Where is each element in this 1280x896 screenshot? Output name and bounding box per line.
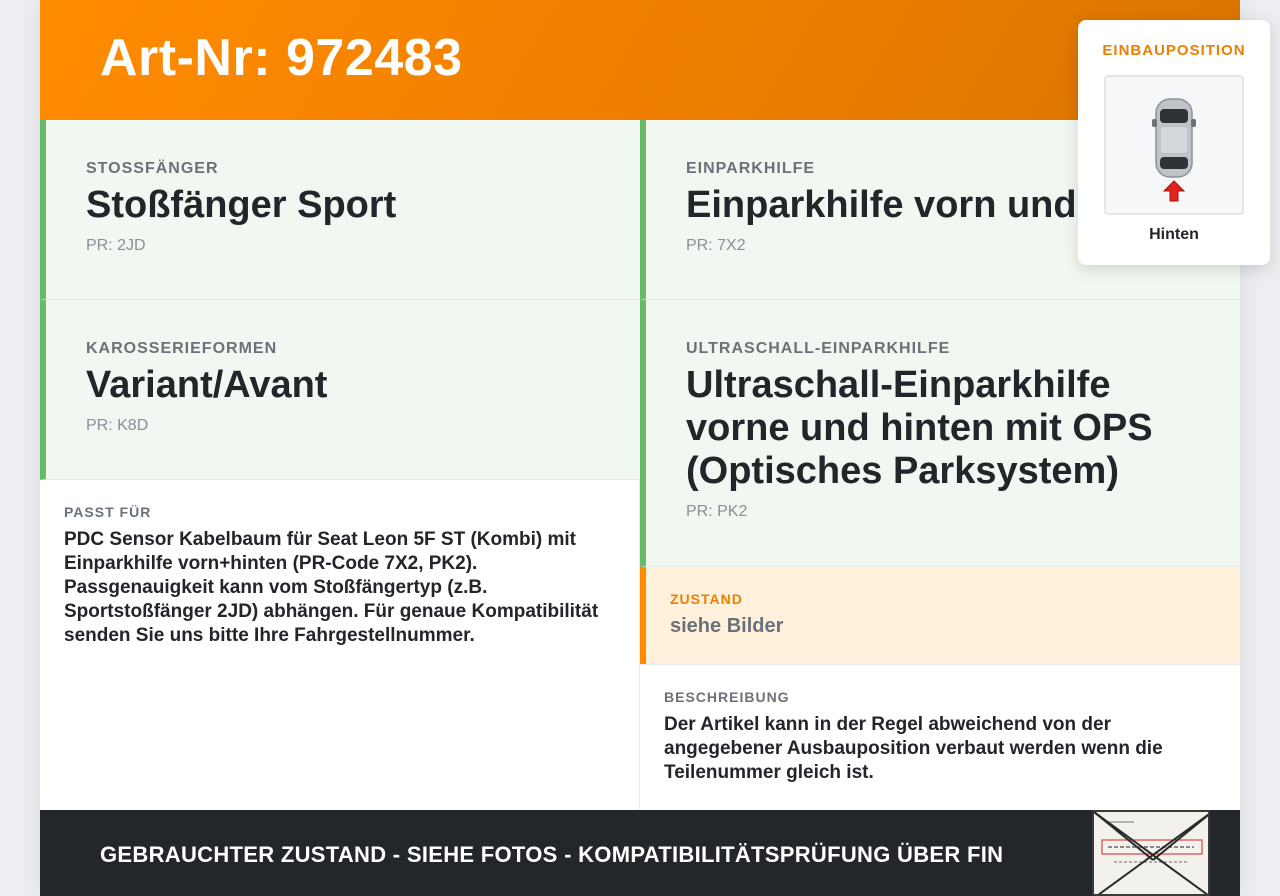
product-sheet: Art-Nr: 972483 STOSSFÄNGER Stoßfänger Sp… bbox=[40, 0, 1270, 896]
condition-label: ZUSTAND bbox=[670, 591, 743, 607]
attribute-label: KAROSSERIEFORMEN bbox=[86, 340, 278, 357]
attribute-pr-code: PR: PK2 bbox=[686, 503, 748, 520]
attribute-title: Variant/Avant bbox=[86, 364, 328, 406]
condition-value: siehe Bilder bbox=[670, 615, 784, 637]
car-top-view-icon bbox=[1152, 98, 1196, 202]
attribute-title: Stoßfänger Sport bbox=[86, 184, 397, 226]
description-section: BESCHREIBUNG Der Artikel kann in der Reg… bbox=[640, 664, 1240, 810]
footer-bar: GEBRAUCHTER ZUSTAND - SIEHE FOTOS - KOMP… bbox=[40, 810, 1240, 896]
einbauposition-caption: Hinten bbox=[1149, 226, 1199, 243]
attribute-pr-code: PR: 2JD bbox=[86, 237, 146, 254]
vehicle-document-stamp bbox=[1092, 810, 1210, 896]
description-text: Der Artikel kann in der Regel abweichend… bbox=[664, 714, 1163, 783]
footer-text: GEBRAUCHTER ZUSTAND - SIEHE FOTOS - KOMP… bbox=[100, 842, 1004, 867]
attribute-label: STOSSFÄNGER bbox=[86, 160, 219, 177]
attribute-stossfaenger: STOSSFÄNGER Stoßfänger Sport PR: 2JD bbox=[40, 120, 640, 300]
einbauposition-title: EINBAUPOSITION bbox=[1102, 42, 1246, 59]
header-bar: Art-Nr: 972483 bbox=[40, 0, 1240, 120]
car-position-image bbox=[1104, 75, 1244, 215]
fits-section: PASST FÜR PDC Sensor Kabelbaum für Seat … bbox=[40, 480, 640, 810]
fits-text: PDC Sensor Kabelbaum für Seat Leon 5F ST… bbox=[64, 529, 599, 646]
condition-section: ZUSTAND siehe Bilder bbox=[640, 567, 1240, 664]
einbauposition-card: EINBAUPOSITION Hinten bbox=[1078, 20, 1270, 265]
article-number: Art-Nr: 972483 bbox=[100, 29, 463, 87]
description-label: BESCHREIBUNG bbox=[664, 689, 790, 705]
attribute-label: ULTRASCHALL-EINPARKHILFE bbox=[686, 340, 951, 357]
document-stamp-icon bbox=[1094, 812, 1208, 894]
attribute-pr-code: PR: K8D bbox=[86, 417, 149, 434]
fits-label: PASST FÜR bbox=[64, 504, 152, 520]
attribute-title: Ultraschall-Einparkhilfe vorne und hinte… bbox=[686, 364, 1153, 492]
attribute-karosserieformen: KAROSSERIEFORMEN Variant/Avant PR: K8D bbox=[40, 300, 640, 480]
attribute-ultraschall-einparkhilfe: ULTRASCHALL-EINPARKHILFE Ultraschall-Ein… bbox=[640, 300, 1240, 567]
